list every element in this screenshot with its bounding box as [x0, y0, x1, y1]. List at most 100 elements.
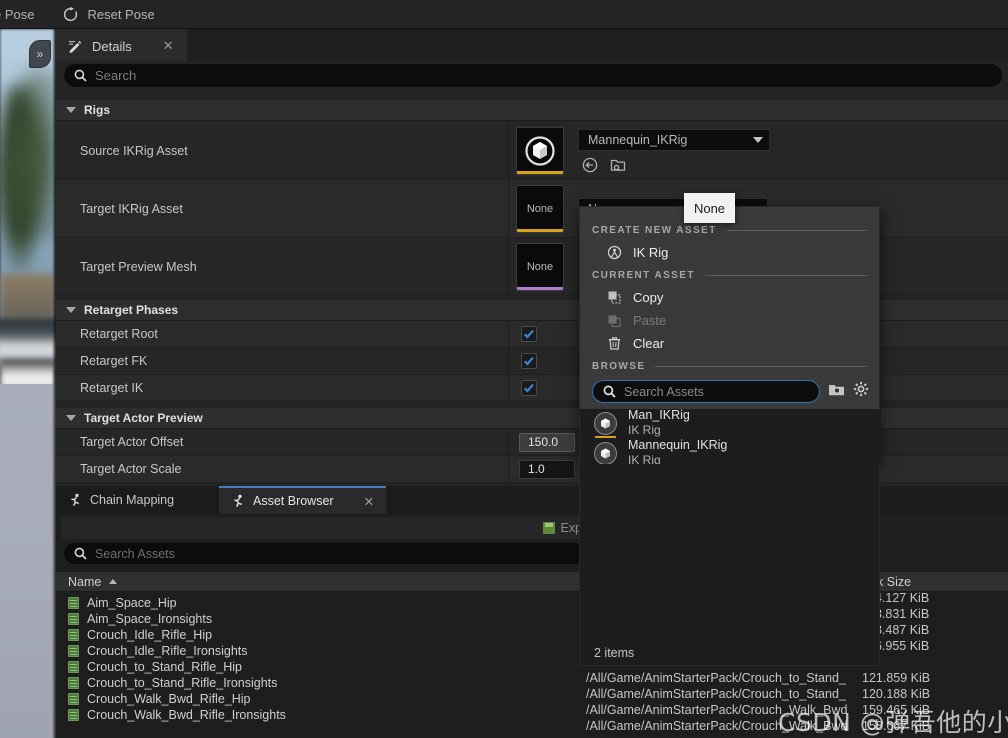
property-label: Target Preview Mesh	[80, 259, 197, 274]
tooltip-none: None	[684, 193, 735, 223]
runner-icon	[231, 494, 245, 508]
browse-to-asset-icon[interactable]	[610, 157, 626, 173]
table-row[interactable]: Crouch_to_Stand_Rifle_Hip	[56, 659, 242, 675]
input-target-actor-offset[interactable]: 150.0	[519, 432, 575, 452]
expand-arrow-icon[interactable]: »	[29, 40, 51, 68]
search-placeholder: Search	[95, 68, 137, 83]
thumbnail-type-bar	[517, 228, 563, 232]
asset-thumbnail-source[interactable]	[516, 126, 564, 175]
group-current-asset-label: CURRENT ASSET	[592, 269, 695, 281]
close-icon[interactable]: ✕	[163, 38, 174, 54]
details-search-row: Search	[56, 61, 1008, 90]
checkbox-retarget-fk[interactable]	[521, 353, 537, 369]
animation-asset-icon	[68, 709, 79, 721]
chevron-down-icon	[66, 415, 76, 421]
close-icon[interactable]: ✕	[364, 494, 374, 509]
thumbnail-type-bar	[517, 170, 563, 174]
checkbox-retarget-ik[interactable]	[521, 380, 537, 396]
thumbnail-none-label: None	[526, 260, 554, 273]
column-header-disk-size[interactable]: isk Size	[860, 572, 1008, 592]
column-divider	[508, 321, 509, 347]
tab-chain-mapping[interactable]: Chain Mapping	[56, 486, 186, 514]
search-icon	[74, 69, 87, 82]
tab-asset-browser[interactable]: Asset Browser ✕	[219, 486, 387, 514]
menu-item-copy-label: Copy	[633, 290, 664, 305]
asset-path: /All/Game/AnimStarterPack/Crouch_to_Stan…	[586, 671, 846, 685]
table-row[interactable]: Crouch_Walk_Bwd_Rifle_Ironsights	[56, 707, 286, 723]
menu-item-copy[interactable]: Copy	[580, 286, 879, 309]
menu-item-paste-label: Paste	[633, 313, 667, 328]
chevron-down-icon	[66, 307, 76, 313]
chevron-down-icon	[66, 107, 76, 113]
table-row[interactable]: Crouch_to_Stand_Rifle_Ironsights	[56, 675, 277, 691]
source-ikrig-combo[interactable]: Mannequin_IKRig	[578, 128, 770, 151]
target-actor-scale-value: 1.0	[528, 462, 545, 476]
table-row[interactable]: Crouch_Idle_Rifle_Ironsights	[56, 643, 248, 659]
thumbnail-type-bar	[517, 286, 563, 290]
folder-search-icon[interactable]	[828, 382, 845, 402]
viewport-preview[interactable]: »	[0, 29, 56, 738]
column-divider	[508, 348, 509, 374]
reset-icon	[62, 6, 79, 23]
table-row[interactable]: Aim_Space_Hip	[56, 595, 177, 611]
sort-ascending-icon	[109, 579, 118, 584]
column-header-name[interactable]: Name	[56, 572, 580, 592]
list-item[interactable]: Man_IKRig IK Rig	[580, 408, 881, 438]
paste-icon	[607, 313, 622, 328]
property-row-source-ikrig[interactable]: Source IKRig Asset Mannequin_IKRig	[56, 122, 1008, 180]
viewport-foliage-2	[16, 69, 56, 239]
table-row[interactable]: Crouch_Idle_Rifle_Hip	[56, 627, 212, 643]
animation-asset-icon	[68, 677, 79, 689]
property-label: Target IKRig Asset	[80, 201, 183, 216]
column-divider	[508, 238, 509, 295]
asset-browser-search-input[interactable]: Search Assets	[64, 543, 588, 564]
list-item[interactable]: Mannequin_IKRig IK Rig	[580, 438, 881, 468]
menu-item-ik-rig-label: IK Rig	[633, 245, 669, 260]
asset-browser-search-placeholder: Search Assets	[95, 546, 175, 561]
asset-thumbnail-preview-mesh[interactable]: None	[516, 242, 564, 291]
animation-asset-icon	[68, 613, 79, 625]
tooltip-text: None	[693, 200, 726, 216]
table-row[interactable]: Crouch_Walk_Bwd_Rifle_Hip	[56, 691, 251, 707]
browse-back-icon[interactable]	[582, 157, 598, 173]
animation-asset-icon	[68, 645, 79, 657]
asset-picker-results-body: 2 items	[579, 464, 880, 666]
picker-search-input[interactable]: Search Assets	[592, 380, 820, 403]
section-retarget-phases-label: Retarget Phases	[84, 303, 179, 317]
asset-name: Crouch_Walk_Bwd_Rifle_Ironsights	[87, 708, 286, 722]
chevron-down-icon	[753, 136, 763, 143]
group-current-asset: CURRENT ASSET	[580, 264, 879, 286]
toolbar-button-pose[interactable]: e Pose	[0, 0, 48, 28]
picker-search-placeholder: Search Assets	[624, 384, 704, 399]
column-header-name-label: Name	[68, 574, 102, 589]
menu-item-clear[interactable]: Clear	[580, 332, 879, 355]
gear-icon[interactable]	[853, 381, 869, 402]
export-bar: Exp	[62, 517, 586, 539]
property-label: Retarget IK	[80, 381, 144, 395]
input-target-actor-scale[interactable]: 1.0	[519, 459, 575, 479]
search-input[interactable]: Search	[64, 64, 1002, 87]
asset-disk-size: 120.188 KiB	[862, 687, 931, 701]
group-browse-label: BROWSE	[592, 360, 646, 372]
asset-name: Crouch_Idle_Rifle_Ironsights	[87, 644, 248, 658]
menu-item-ik-rig[interactable]: IK Rig	[580, 241, 879, 264]
section-header-rigs[interactable]: Rigs	[56, 100, 1008, 121]
asset-name: Crouch_Idle_Rifle_Hip	[87, 628, 213, 642]
details-tabbar: Details ✕	[56, 29, 1008, 61]
source-ikrig-value: Mannequin_IKRig	[588, 132, 688, 147]
tab-details[interactable]: Details ✕	[56, 29, 187, 61]
animation-asset-icon	[68, 693, 79, 705]
checkbox-retarget-root[interactable]	[521, 326, 537, 342]
toolbar-pose-label: e Pose	[0, 6, 35, 22]
toolbar-button-reset-pose[interactable]: Reset Pose	[48, 0, 168, 28]
divider	[655, 365, 867, 367]
asset-name: Aim_Space_Ironsights	[87, 612, 213, 626]
asset-name: Crouch_Walk_Bwd_Rifle_Hip	[87, 692, 251, 706]
table-row[interactable]: Aim_Space_Ironsights	[56, 611, 212, 627]
details-pen-icon	[68, 39, 83, 54]
asset-name: Aim_Space_Hip	[87, 596, 177, 610]
asset-thumbnail-target[interactable]: None	[516, 184, 564, 233]
copy-icon	[607, 290, 622, 305]
save-icon	[543, 522, 556, 534]
tab-details-label: Details	[92, 38, 132, 54]
